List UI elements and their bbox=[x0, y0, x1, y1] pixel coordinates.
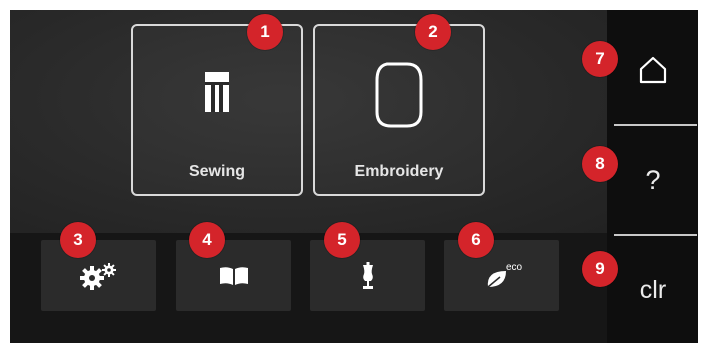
mode-selection-area bbox=[10, 10, 607, 233]
callout-7: 7 bbox=[582, 41, 618, 77]
side-divider-1 bbox=[614, 124, 697, 126]
callout-1: 1 bbox=[247, 14, 283, 50]
book-icon bbox=[219, 266, 248, 285]
clear-label: clr bbox=[639, 275, 667, 304]
clear-button[interactable]: clr bbox=[610, 245, 696, 335]
embroidery-label: Embroidery bbox=[354, 163, 444, 180]
callout-5: 5 bbox=[324, 222, 360, 258]
dress-form-icon bbox=[362, 261, 373, 289]
callout-8: 8 bbox=[582, 146, 618, 182]
callout-9: 9 bbox=[582, 251, 618, 287]
callout-6: 6 bbox=[458, 222, 494, 258]
home-button[interactable] bbox=[610, 25, 696, 115]
callout-3: 3 bbox=[60, 222, 96, 258]
setup-program-button[interactable] bbox=[41, 240, 156, 311]
callout-4: 4 bbox=[189, 222, 225, 258]
presser-foot-icon bbox=[205, 72, 229, 112]
settings-gears-icon bbox=[79, 262, 116, 290]
sewing-label: Sewing bbox=[188, 163, 245, 180]
embroidery-mode-button[interactable]: Embroidery bbox=[313, 24, 485, 196]
side-divider-2 bbox=[614, 234, 697, 236]
embroidery-hoop-icon bbox=[375, 62, 423, 128]
help-button[interactable]: ? bbox=[610, 135, 696, 225]
sewing-mode-button[interactable]: Sewing bbox=[131, 24, 303, 196]
eco-leaf-icon: eco bbox=[487, 262, 522, 288]
callout-2: 2 bbox=[415, 14, 451, 50]
help-label: ? bbox=[645, 164, 661, 195]
eco-badge: eco bbox=[506, 262, 522, 273]
home-icon bbox=[639, 56, 667, 84]
